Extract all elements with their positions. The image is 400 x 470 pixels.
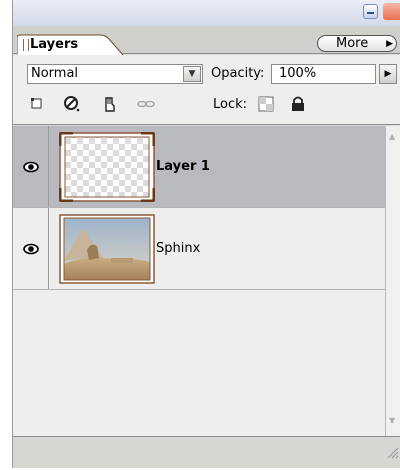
layer-row-layer1[interactable]: Layer 1 [13,126,385,208]
chain-link-icon [137,100,155,108]
tab-label: Layers [30,37,79,52]
chevron-down-icon[interactable]: ▼ [183,66,201,82]
opacity-label: Opacity: [211,66,265,81]
scroll-down-icon[interactable]: ▼ [389,416,395,425]
visibility-toggle[interactable] [13,208,49,289]
layer-name[interactable]: Sphinx [156,241,200,256]
opacity-input[interactable]: 100% [271,64,376,84]
layers-scrollbar[interactable]: ▲ ▼ [385,126,400,436]
layer-style-icon[interactable] [63,95,81,113]
opacity-slider-arrow[interactable]: ▶ [379,64,397,84]
eye-icon[interactable] [22,243,40,255]
eye-icon[interactable] [22,161,40,173]
lock-all-icon[interactable] [289,95,307,113]
layers-palette: Layers More ▶ Normal ▼ Opacity: 100% ▶ L… [12,0,400,468]
resize-grip-icon[interactable] [385,445,399,459]
layer-thumbnail[interactable] [59,132,155,202]
tab-grip-icon [23,39,29,51]
palette-titlebar [13,0,400,26]
lock-label: Lock: [213,97,248,112]
brush-icon[interactable] [101,95,119,113]
more-button[interactable]: More ▶ [317,35,397,52]
layers-list: Layer 1 Sphinx [13,126,385,436]
palette-footer [13,436,400,468]
opacity-value: 100% [279,66,317,81]
blend-mode-value: Normal [31,66,79,81]
layer-name[interactable]: Layer 1 [156,159,210,174]
tab-strip: Layers More ▶ [13,26,400,55]
layer-options-bar: Normal ▼ Opacity: 100% ▶ Lock: [13,55,400,125]
lock-transparent-icon[interactable] [257,95,275,113]
triangle-right-icon: ▶ [386,39,393,49]
visibility-toggle[interactable] [13,126,49,207]
layer-row-sphinx[interactable]: Sphinx [13,208,385,290]
scroll-up-icon[interactable]: ▲ [389,132,395,141]
close-button[interactable] [383,3,400,20]
minimize-button[interactable] [363,4,378,19]
more-button-label: More [336,36,369,51]
layer-link-icon[interactable] [28,95,46,113]
sphinx-thumbnail[interactable] [59,214,155,284]
blend-mode-select[interactable]: Normal ▼ [27,64,203,84]
tab-layers[interactable]: Layers [17,34,125,55]
